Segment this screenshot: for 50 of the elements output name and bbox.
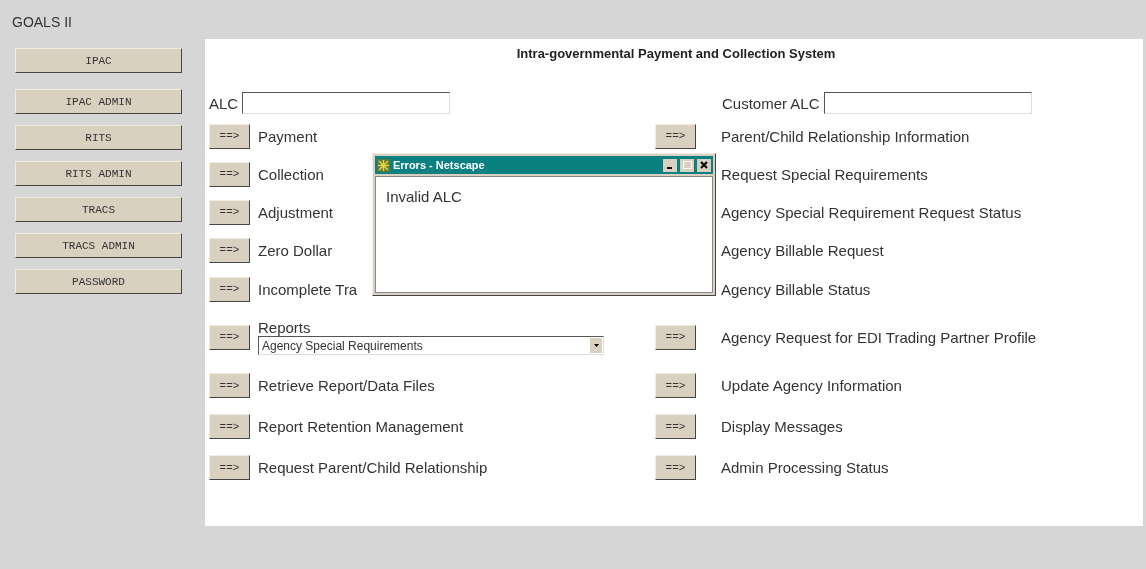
action-label: Display Messages <box>721 418 843 435</box>
action-label: Request Parent/Child Relationship <box>258 459 488 476</box>
nav-button[interactable]: TRACS <box>15 197 182 222</box>
action-label: Parent/Child Relationship Information <box>721 127 970 145</box>
nav-button[interactable]: TRACS ADMIN <box>15 233 182 258</box>
report-select[interactable]: Agency Special Requirements <box>258 336 604 355</box>
go-button[interactable]: ==> <box>655 414 696 439</box>
action-label: Agency Billable Status <box>721 280 871 298</box>
action-label: Agency Request for EDI Trading Partner Profile <box>721 328 1037 346</box>
action-label: Request Special Requirements <box>721 165 928 183</box>
action-label: Report Retention Management <box>258 418 464 435</box>
go-button[interactable]: ==> <box>655 373 696 398</box>
action-label: Agency Billable Request <box>721 241 884 259</box>
app-icon <box>377 158 390 172</box>
go-button[interactable]: ==> <box>209 324 250 350</box>
go-button[interactable]: ==> <box>209 123 250 149</box>
text-field[interactable] <box>242 92 451 114</box>
nav-button[interactable]: IPAC <box>15 48 182 73</box>
go-button[interactable]: ==> <box>209 161 250 187</box>
go-button[interactable]: ==> <box>655 123 696 149</box>
action-label: Adjustment <box>258 203 334 221</box>
field-label: Customer ALC <box>722 94 820 112</box>
nav-button[interactable]: RITS <box>15 125 182 150</box>
go-button[interactable]: ==> <box>209 237 250 263</box>
nav-button[interactable]: RITS ADMIN <box>15 161 182 186</box>
error-message: Invalid ALC <box>386 188 462 205</box>
action-label: Collection <box>258 165 324 183</box>
dialog-title: Errors - Netscape <box>393 159 486 171</box>
action-label: Retrieve Report/Data Files <box>258 377 435 394</box>
action-label: Admin Processing Status <box>721 459 889 476</box>
field-label: ALC <box>209 94 239 112</box>
go-button[interactable]: ==> <box>655 324 696 350</box>
action-label: Payment <box>258 127 318 145</box>
go-button[interactable]: ==> <box>655 455 696 480</box>
go-button[interactable]: ==> <box>209 414 250 439</box>
go-button[interactable]: ==> <box>209 276 250 302</box>
go-button[interactable]: ==> <box>209 455 250 480</box>
field-label: Reports <box>258 319 312 336</box>
action-label: Agency Special Requirement Request Status <box>721 203 1022 221</box>
caret-icon[interactable] <box>593 344 599 347</box>
action-label: Incomplete Tra <box>258 280 358 298</box>
go-button[interactable]: ==> <box>209 199 250 225</box>
page-title: Intra-governmental Payment and Collection System <box>515 45 837 63</box>
text-field[interactable] <box>823 92 1032 114</box>
app-title: GOALS II <box>12 14 72 32</box>
nav-button[interactable]: IPAC ADMIN <box>15 89 182 114</box>
action-label: Update Agency Information <box>721 377 902 394</box>
go-button[interactable]: ==> <box>209 373 250 398</box>
action-label: Zero Dollar <box>258 241 333 259</box>
nav-button[interactable]: PASSWORD <box>15 269 182 294</box>
